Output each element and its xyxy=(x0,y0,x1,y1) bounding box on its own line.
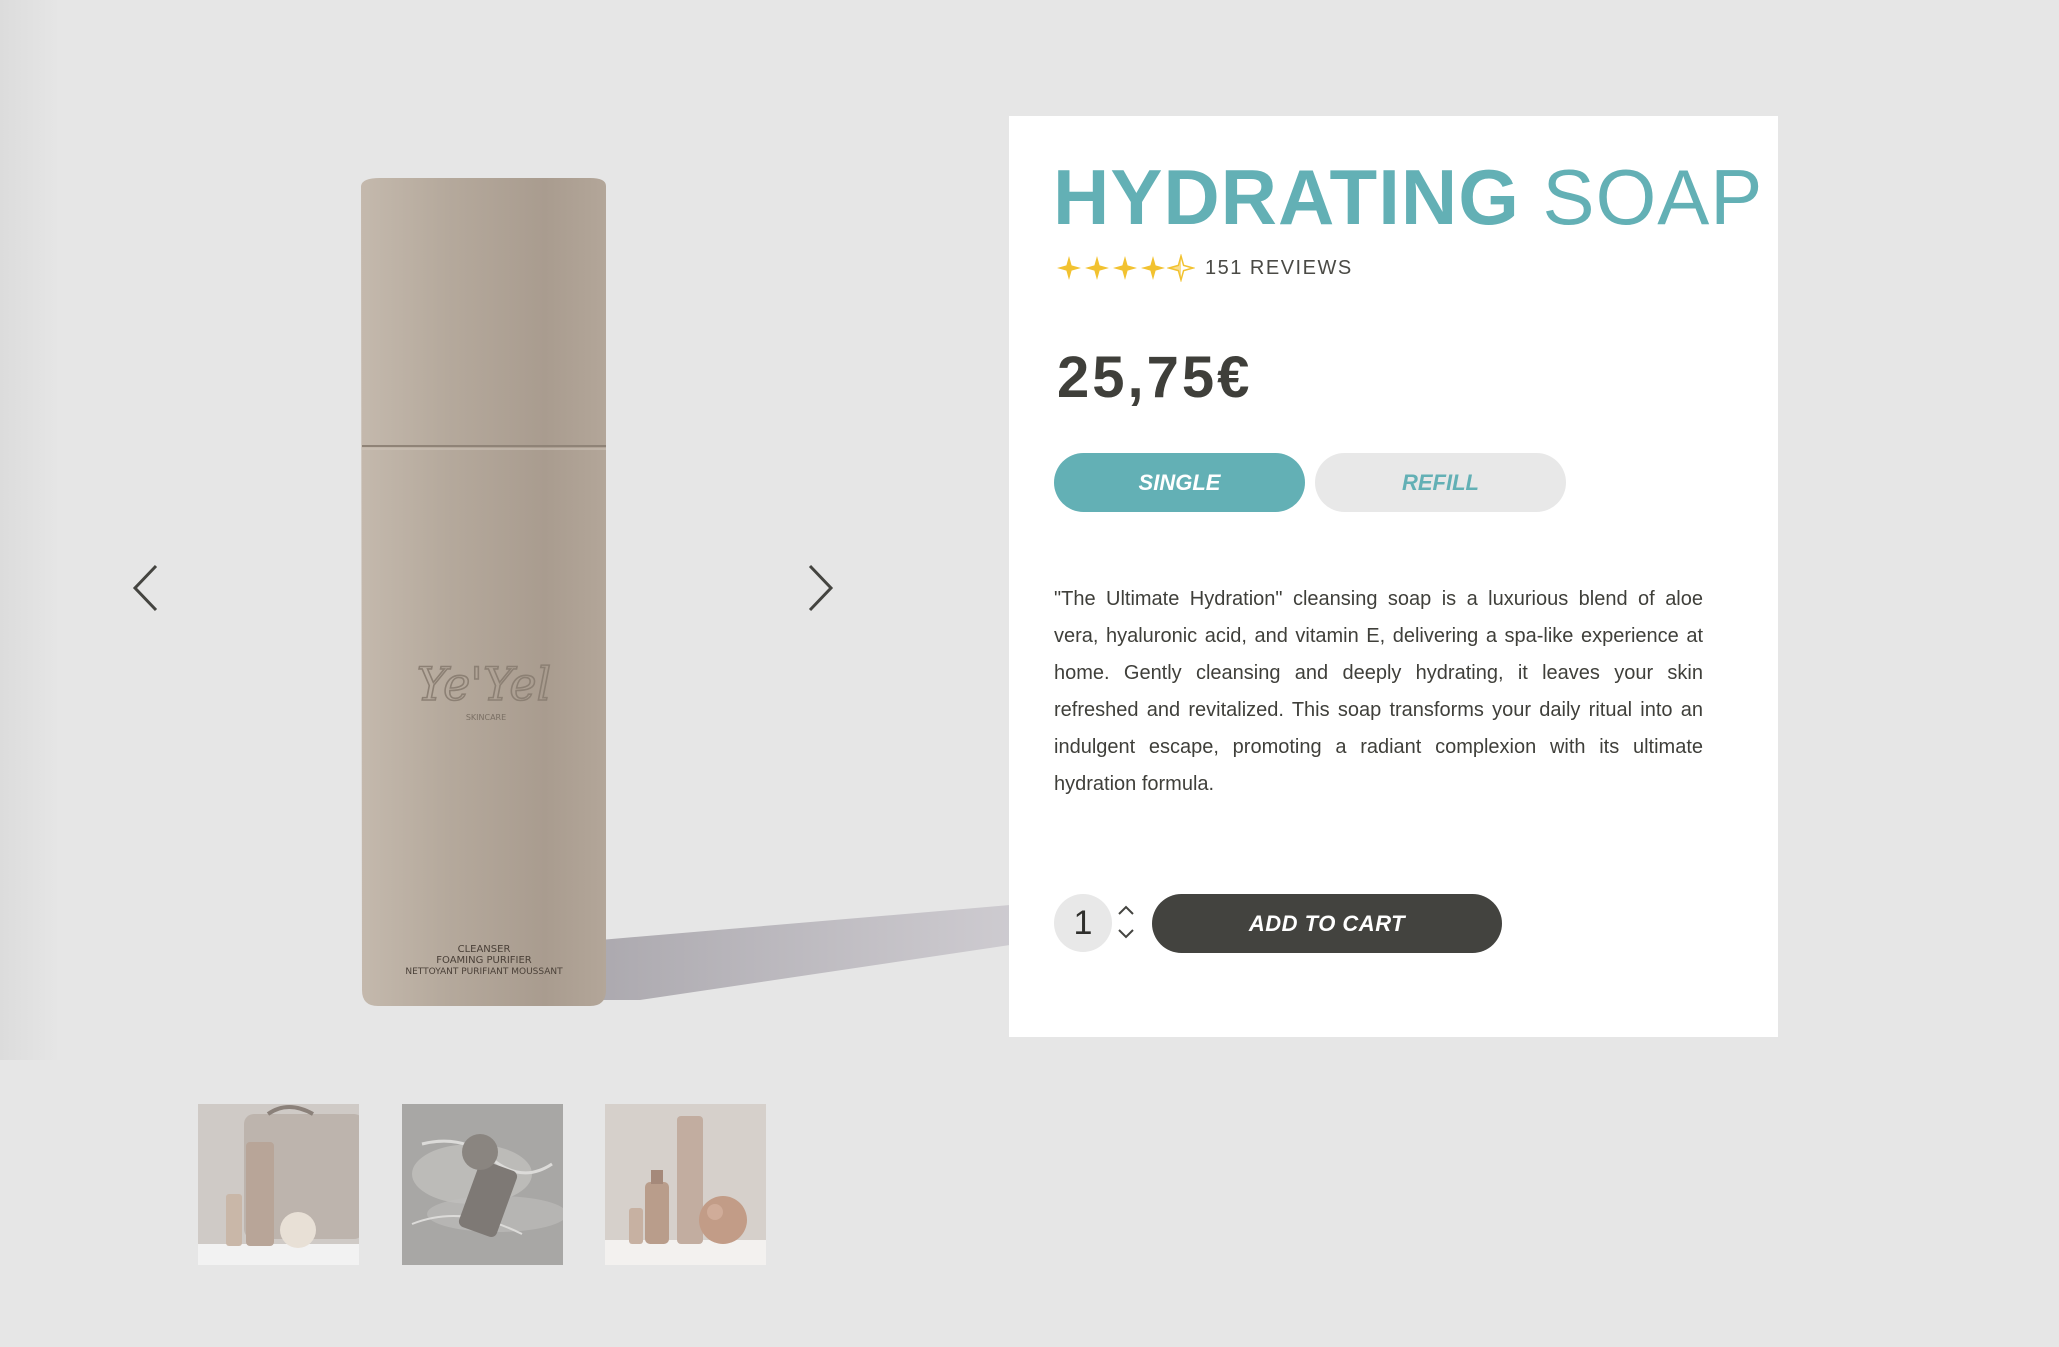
chevron-down-icon[interactable] xyxy=(1114,924,1138,944)
bottle-logo-text: Ye'Yel xyxy=(417,657,552,711)
add-to-cart-button[interactable]: ADD TO CART xyxy=(1152,894,1502,953)
bottle-logo-sub: SKINCARE xyxy=(466,713,506,722)
variant-single-button[interactable]: SINGLE xyxy=(1054,453,1305,512)
variant-refill-button[interactable]: REFILL xyxy=(1315,453,1566,512)
bottle-label-line-3: NETTOYANT PURIFIANT MOUSSANT xyxy=(405,967,563,977)
thumbnail-water-splash[interactable] xyxy=(402,1104,563,1265)
product-rating[interactable]: 151 REVIEWS xyxy=(1055,254,1353,282)
thumbnail-image xyxy=(402,1104,563,1265)
thumbnail-image xyxy=(605,1104,766,1265)
star-icon xyxy=(1141,256,1165,280)
star-half-icon xyxy=(1167,254,1195,282)
previous-image-button[interactable] xyxy=(116,548,176,628)
product-main-image: Ye'Yel SKINCARE CLEANSER FOAMING PURIFIE… xyxy=(0,0,1010,1060)
product-gallery: Ye'Yel SKINCARE CLEANSER FOAMING PURIFIE… xyxy=(0,0,1010,1265)
rating-stars xyxy=(1055,254,1195,282)
chevron-left-icon xyxy=(132,564,158,612)
thumbnail-bottles-and-sphere[interactable] xyxy=(605,1104,766,1265)
product-card: HYDRATING SOAP 151 REVIEWS 25,75€ SINGLE… xyxy=(1009,116,1778,1037)
product-page: Ye'Yel SKINCARE CLEANSER FOAMING PURIFIE… xyxy=(0,0,2059,1347)
star-icon xyxy=(1057,256,1081,280)
bottle-label-line-2: FOAMING PURIFIER xyxy=(436,955,532,966)
bottle-label-line-1: CLEANSER xyxy=(458,944,511,955)
thumbnail-image xyxy=(198,1104,359,1265)
product-title-bold: HYDRATING xyxy=(1053,153,1520,241)
product-title: HYDRATING SOAP xyxy=(1053,158,1763,236)
thumbnail-bag-and-bottles[interactable] xyxy=(198,1104,359,1265)
chevron-up-icon[interactable] xyxy=(1114,900,1138,920)
product-title-light: SOAP xyxy=(1542,153,1764,241)
quantity-value[interactable]: 1 xyxy=(1054,894,1112,952)
chevron-right-icon xyxy=(808,564,834,612)
star-icon xyxy=(1085,256,1109,280)
product-description: "The Ultimate Hydration" cleansing soap … xyxy=(1054,588,1703,795)
quantity-stepper xyxy=(1114,900,1138,944)
product-price: 25,75€ xyxy=(1057,345,1253,410)
reviews-count[interactable]: 151 REVIEWS xyxy=(1205,257,1353,280)
next-image-button[interactable] xyxy=(790,548,850,628)
star-icon xyxy=(1113,256,1137,280)
